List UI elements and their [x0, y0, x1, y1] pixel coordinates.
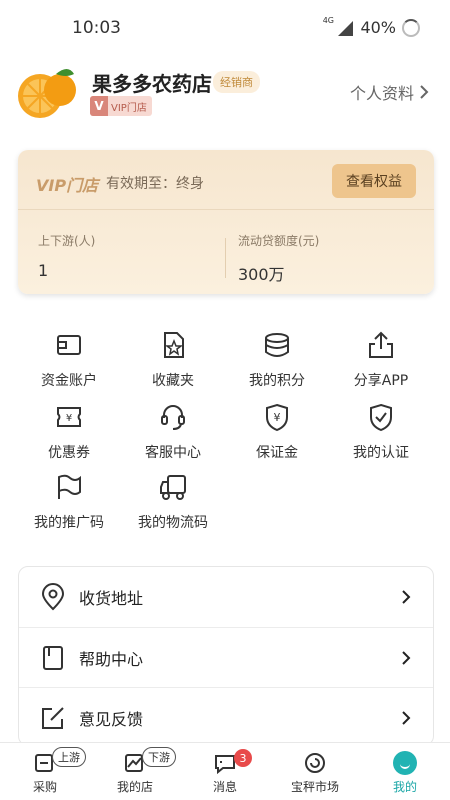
chevron-right-icon — [402, 650, 411, 665]
bottom-tab-bar: 上游 采购 下游 我的店 3 消息 宝秤市场 我的 — [0, 742, 450, 800]
menu-item-shipping-address[interactable]: 收货地址 — [19, 567, 433, 627]
grid-label: 收藏夹 — [152, 373, 194, 389]
grid-label: 分享APP — [353, 373, 409, 389]
grid-item-deposit[interactable]: ¥ 保证金 — [222, 402, 332, 464]
unread-count-badge: 3 — [234, 749, 252, 767]
grid-item-coupons[interactable]: ¥ 优惠券 — [14, 402, 124, 464]
profile-link-label: 个人资料 — [349, 84, 414, 103]
market-icon — [305, 753, 325, 773]
tab-pill-downstream: 下游 — [142, 747, 176, 767]
wallet-icon — [57, 335, 81, 355]
stat-upstream-downstream[interactable]: 上下游(人) 1 — [38, 232, 95, 280]
profile-header: 果多多农药店 经销商 V VIP门店 个人资料 — [0, 60, 450, 130]
grid-label: 我的认证 — [353, 445, 409, 461]
certification-shield-icon — [370, 403, 392, 432]
grid-label: 客服中心 — [145, 445, 201, 461]
stat-label: 流动贷额度(元) — [238, 234, 320, 248]
tab-label: 宝秤市场 — [290, 780, 339, 794]
share-icon — [369, 331, 393, 358]
profile-smile-icon — [393, 751, 417, 775]
vip-card-header: VIP门店 有效期至：终身 查看权益 — [18, 150, 434, 210]
stat-credit-limit[interactable]: 流动贷额度(元) 300万 — [238, 232, 319, 285]
vip-logo-icon: V — [90, 96, 108, 116]
location-pin-icon — [41, 583, 65, 611]
tab-label: 我的 — [392, 780, 417, 794]
flag-icon — [58, 474, 81, 499]
tab-purchase[interactable]: 上游 采购 — [0, 743, 90, 800]
tab-profile[interactable]: 我的 — [360, 743, 450, 800]
grid-item-points[interactable]: 我的积分 — [222, 330, 332, 392]
battery-icon — [402, 18, 420, 37]
tab-label: 我的店 — [116, 780, 153, 794]
grid-item-favorites[interactable]: 收藏夹 — [118, 330, 228, 392]
vip-store-tag: V VIP门店 — [90, 96, 152, 116]
vip-validity: 有效期至：终身 — [106, 176, 204, 192]
grid-label: 保证金 — [256, 445, 298, 461]
edit-feedback-icon — [42, 706, 64, 729]
stat-value: 300万 — [238, 265, 285, 284]
chevron-right-icon — [420, 85, 429, 99]
grid-item-certification[interactable]: 我的认证 — [326, 402, 436, 464]
tab-label: 采购 — [32, 780, 57, 794]
truck-icon — [160, 475, 186, 500]
svg-text:¥: ¥ — [66, 413, 72, 424]
stat-value: 1 — [38, 261, 49, 280]
tab-pill-upstream: 上游 — [52, 747, 86, 767]
signal-icon — [336, 19, 354, 37]
status-time: 10:03 — [72, 18, 121, 38]
headset-icon — [161, 405, 185, 430]
svg-text:¥: ¥ — [274, 411, 281, 424]
stat-label: 上下游(人) — [38, 234, 96, 248]
help-book-icon — [43, 645, 63, 670]
vip-tag-label: VIP门店 — [111, 102, 147, 114]
grid-label: 我的物流码 — [138, 515, 208, 531]
coupon-icon: ¥ — [57, 407, 81, 427]
vip-card-title: VIP门店 — [36, 176, 99, 195]
stat-divider — [225, 238, 226, 278]
status-indicators: 4G 40% — [323, 16, 420, 37]
menu-item-help-center[interactable]: 帮助中心 — [19, 627, 433, 687]
grid-item-fund-account[interactable]: 资金账户 — [14, 330, 124, 392]
settings-menu: 收货地址 帮助中心 意见反馈 — [18, 566, 434, 746]
grid-label: 我的推广码 — [34, 515, 104, 531]
network-label: 4G — [322, 16, 334, 25]
role-badge: 经销商 — [213, 71, 260, 93]
favorite-star-icon — [164, 332, 184, 358]
grid-label: 资金账户 — [41, 373, 97, 389]
menu-label: 帮助中心 — [79, 649, 144, 669]
tab-my-store[interactable]: 下游 我的店 — [90, 743, 180, 800]
deposit-shield-icon: ¥ — [266, 403, 288, 432]
grid-item-share-app[interactable]: 分享APP — [326, 330, 436, 392]
menu-label: 收货地址 — [79, 589, 144, 608]
battery-text: 40% — [360, 18, 396, 37]
grid-label: 我的积分 — [249, 373, 305, 389]
grid-item-promo-code[interactable]: 我的推广码 — [14, 472, 124, 534]
chevron-right-icon — [402, 710, 411, 725]
vip-card: VIP门店 有效期至：终身 查看权益 上下游(人) 1 流动贷额度(元) 300… — [18, 150, 434, 294]
avatar-orange-icon[interactable] — [16, 60, 78, 122]
grid-item-customer-service[interactable]: 客服中心 — [118, 402, 228, 464]
coins-stack-icon — [265, 333, 289, 357]
view-benefits-button[interactable]: 查看权益 — [332, 164, 416, 198]
status-bar: 10:03 4G 40% — [0, 0, 450, 56]
grid-label: 优惠券 — [48, 445, 90, 461]
profile-details-link[interactable]: 个人资料 — [350, 80, 430, 104]
grid-item-logistics-code[interactable]: 我的物流码 — [118, 472, 228, 534]
menu-item-feedback[interactable]: 意见反馈 — [19, 687, 433, 745]
store-name: 果多多农药店 — [92, 72, 212, 96]
menu-label: 意见反馈 — [79, 709, 144, 729]
tab-market[interactable]: 宝秤市场 — [270, 743, 360, 800]
tab-messages[interactable]: 3 消息 — [180, 743, 270, 800]
chevron-right-icon — [402, 590, 411, 604]
tab-label: 消息 — [212, 780, 237, 794]
